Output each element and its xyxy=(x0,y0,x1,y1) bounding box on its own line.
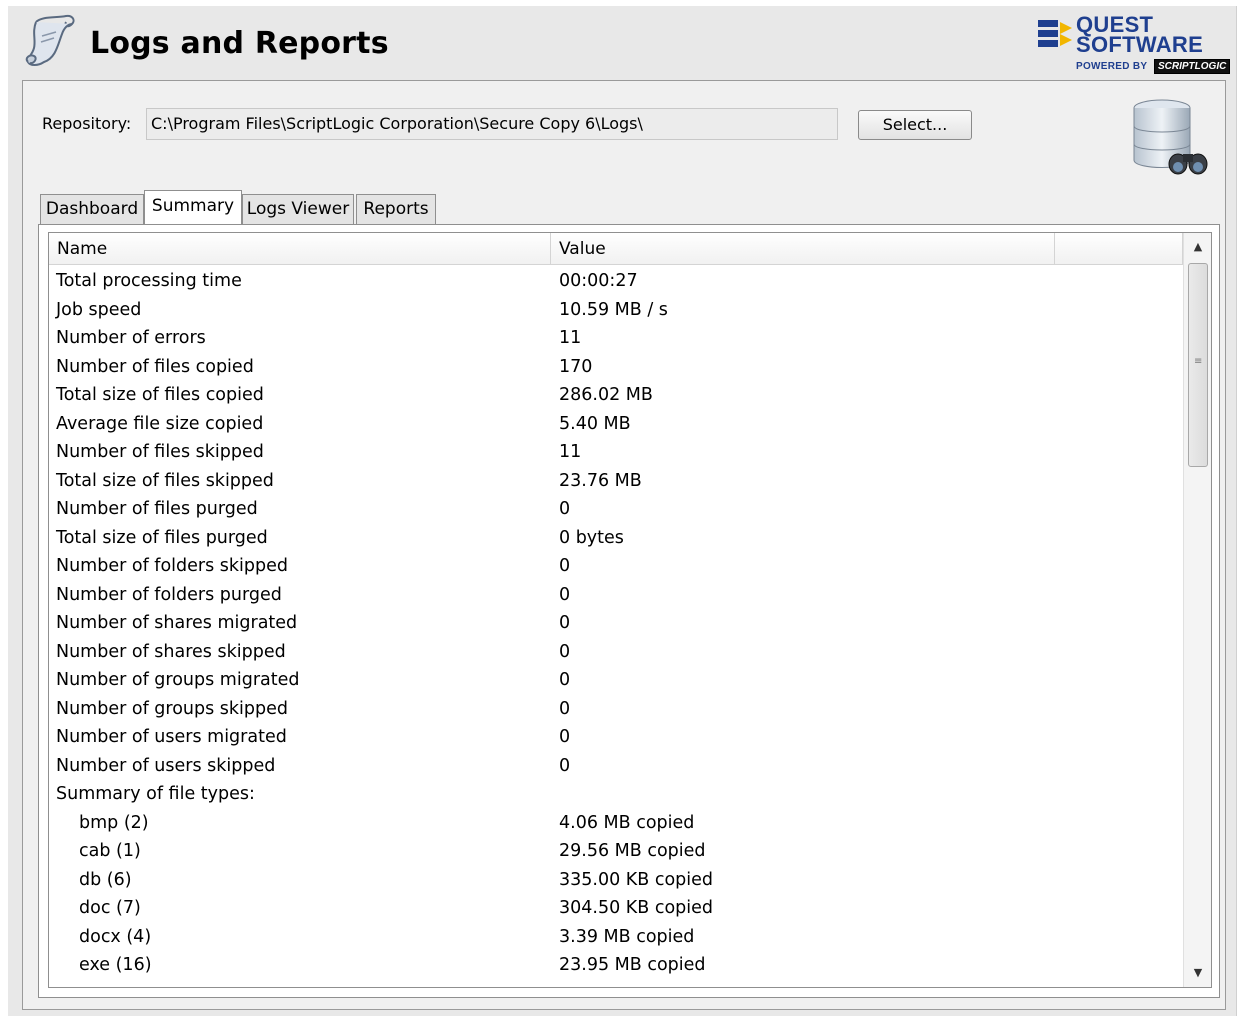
table-row[interactable]: Number of users migrated 0 xyxy=(49,723,1183,752)
powered-by-label: POWERED BY xyxy=(1076,61,1148,72)
row-value: 11 xyxy=(559,328,582,348)
row-name: db (6) xyxy=(79,869,132,890)
row-name: Job speed xyxy=(56,299,142,320)
quest-software-logo: QUEST SOFTWARE POWERED BY SCRIPTLOGIC xyxy=(1036,14,1231,78)
table-row[interactable]: Number of files purged 0 xyxy=(49,495,1183,524)
table-row[interactable]: Number of shares skipped 0 xyxy=(49,638,1183,667)
column-header-name[interactable]: Name xyxy=(49,233,551,265)
table-row[interactable]: Total processing time 00:00:27 xyxy=(49,267,1183,296)
row-value: 0 xyxy=(559,641,571,662)
table-row[interactable]: doc (7) 304.50 KB copied xyxy=(49,894,1183,923)
row-name: Number of shares migrated xyxy=(56,613,298,633)
row-name: Total size of files copied xyxy=(56,385,264,405)
row-name: Number of groups skipped xyxy=(56,698,289,719)
tab-summary[interactable]: Summary xyxy=(144,190,242,224)
grip-icon: ≡ xyxy=(1194,356,1203,367)
table-row[interactable]: Total size of files purged 0 bytes xyxy=(49,524,1183,553)
table-row[interactable]: Number of shares migrated 0 xyxy=(49,609,1183,638)
row-value: 304.50 KB copied xyxy=(559,898,714,918)
repository-label: Repository: xyxy=(42,114,132,133)
tab-dashboard[interactable]: Dashboard xyxy=(40,194,144,224)
scroll-icon xyxy=(22,14,78,72)
row-name: Summary of file types: xyxy=(56,784,255,804)
row-name: Number of shares skipped xyxy=(56,641,286,662)
table-row[interactable]: Total size of files skipped 23.76 MB xyxy=(49,467,1183,496)
table-row[interactable]: Number of files skipped 11 xyxy=(49,438,1183,467)
vertical-scrollbar[interactable]: ▲ ≡ ▼ xyxy=(1183,233,1211,987)
row-value: 00:00:27 xyxy=(559,271,638,291)
quest-logo-icon xyxy=(1038,20,1072,47)
row-name: exe (16) xyxy=(79,955,152,975)
row-name: Number of errors xyxy=(56,328,206,348)
row-value: 0 xyxy=(559,698,571,719)
row-value: 0 xyxy=(559,670,571,690)
table-row[interactable]: bmp (2) 4.06 MB copied xyxy=(49,809,1183,838)
select-button[interactable]: Select... xyxy=(858,110,972,140)
table-row[interactable]: Number of groups migrated 0 xyxy=(49,666,1183,695)
row-name: Number of folders purged xyxy=(56,584,282,605)
scroll-down-icon[interactable]: ▼ xyxy=(1184,959,1211,987)
column-header-empty xyxy=(1055,233,1183,265)
row-name: Number of groups migrated xyxy=(56,670,300,690)
row-value: 10.59 MB / s xyxy=(559,299,668,320)
grid-rows: Total processing time 00:00:27 Job speed 10… xyxy=(49,267,1183,980)
row-name: Number of folders skipped xyxy=(56,556,288,576)
row-value: 286.02 MB xyxy=(559,385,653,405)
table-row[interactable]: Number of users skipped 0 xyxy=(49,752,1183,781)
column-header-value[interactable]: Value xyxy=(551,233,1055,265)
row-name: Total size of files purged xyxy=(56,527,268,548)
row-value: 29.56 MB copied xyxy=(559,841,706,861)
row-value: 0 xyxy=(559,499,571,519)
scroll-up-icon[interactable]: ▲ xyxy=(1184,233,1211,261)
table-row[interactable]: exe (16) 23.95 MB copied xyxy=(49,951,1183,980)
table-row[interactable]: docx (4) 3.39 MB copied xyxy=(49,923,1183,952)
table-row[interactable]: Number of files copied 170 xyxy=(49,353,1183,382)
row-value: 0 xyxy=(559,727,571,747)
row-value: 4.06 MB copied xyxy=(559,812,695,833)
row-value: 0 xyxy=(559,613,571,633)
tab-reports[interactable]: Reports xyxy=(356,194,436,224)
table-row[interactable]: Summary of file types: xyxy=(49,780,1183,809)
summary-grid: Name Value Total processing time 00:00:27… xyxy=(48,232,1212,988)
row-name: docx (4) xyxy=(79,926,152,947)
row-value: 170 xyxy=(559,356,593,377)
row-name: doc (7) xyxy=(79,898,141,918)
row-value: 0 bytes xyxy=(559,527,624,548)
table-row[interactable]: Average file size copied 5.40 MB xyxy=(49,410,1183,439)
row-name: Number of files skipped xyxy=(56,442,264,462)
row-name: Total processing time xyxy=(56,271,242,291)
repository-path-field[interactable]: C:\Program Files\ScriptLogic Corporation… xyxy=(146,108,838,140)
table-row[interactable]: Number of errors 11 xyxy=(49,324,1183,353)
row-value: 0 xyxy=(559,755,571,776)
table-row[interactable]: cab (1) 29.56 MB copied xyxy=(49,837,1183,866)
row-name: Number of users skipped xyxy=(56,755,276,776)
row-name: Number of files copied xyxy=(56,356,254,377)
row-value: 5.40 MB xyxy=(559,413,631,434)
row-value: 23.76 MB xyxy=(559,470,642,491)
row-value: 0 xyxy=(559,584,571,605)
row-name: cab (1) xyxy=(79,841,141,861)
row-name: Number of users migrated xyxy=(56,727,287,747)
scrollbar-thumb[interactable]: ≡ xyxy=(1188,263,1208,467)
table-row[interactable]: Number of folders skipped 0 xyxy=(49,552,1183,581)
table-row[interactable]: Job speed 10.59 MB / s xyxy=(49,296,1183,325)
row-value: 23.95 MB copied xyxy=(559,955,706,975)
row-value: 3.39 MB copied xyxy=(559,926,695,947)
brand-line2: SOFTWARE xyxy=(1076,32,1204,57)
table-row[interactable]: db (6) 335.00 KB copied xyxy=(49,866,1183,895)
page-title: Logs and Reports xyxy=(90,26,389,61)
tab-logs-viewer[interactable]: Logs Viewer xyxy=(242,194,354,224)
row-name: bmp (2) xyxy=(79,812,149,833)
database-search-icon xyxy=(1128,98,1212,186)
table-row[interactable]: Number of groups skipped 0 xyxy=(49,695,1183,724)
table-row[interactable]: Total size of files copied 286.02 MB xyxy=(49,381,1183,410)
row-value: 11 xyxy=(559,442,582,462)
scriptlogic-logo: SCRIPTLOGIC xyxy=(1154,59,1231,74)
row-name: Total size of files skipped xyxy=(56,470,274,491)
row-value: 0 xyxy=(559,556,571,576)
row-name: Average file size copied xyxy=(56,413,264,434)
row-value: 335.00 KB copied xyxy=(559,869,714,890)
table-row[interactable]: Number of folders purged 0 xyxy=(49,581,1183,610)
row-name: Number of files purged xyxy=(56,499,258,519)
